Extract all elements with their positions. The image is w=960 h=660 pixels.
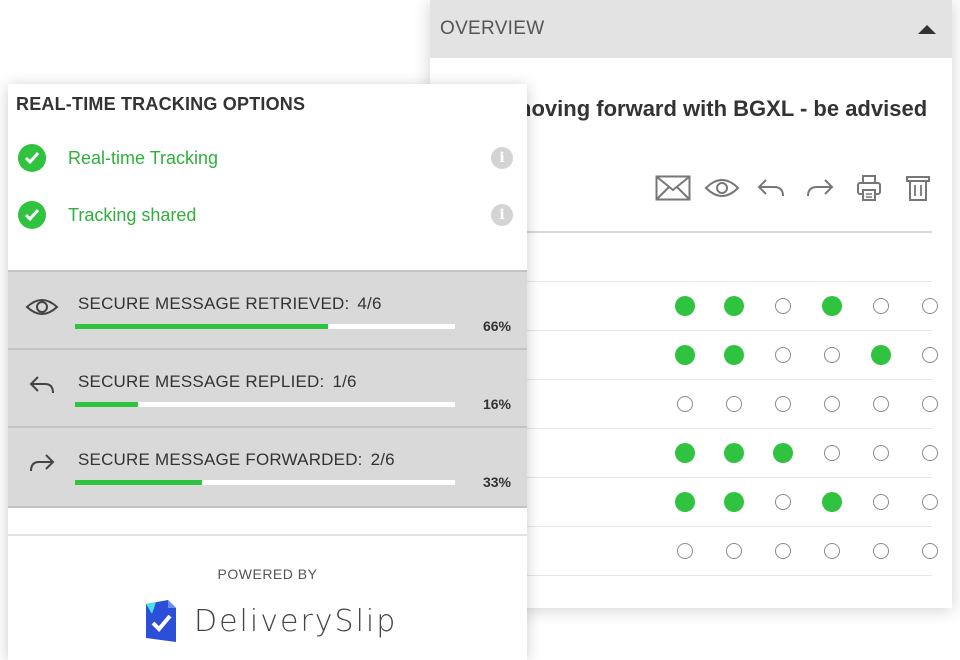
status-dot-eye: [725, 543, 742, 559]
status-dot-trash: [921, 396, 938, 412]
brand-name: DeliverySlip: [194, 603, 398, 639]
progress-bar: [75, 402, 455, 407]
option-tracking-shared[interactable]: Tracking shared i: [18, 201, 513, 229]
status-dot-eye: [723, 296, 744, 316]
eye-icon: [697, 172, 746, 204]
status-dot-trash: [921, 543, 938, 559]
status-dot-eye: [725, 396, 742, 412]
footer-divider: [8, 534, 527, 536]
stat-retrieved: SECURE MESSAGE RETRIEVED: 4/6 66%: [8, 270, 527, 348]
status-dot-envelope: [674, 492, 695, 512]
status-dot-eye: [723, 492, 744, 512]
status-dot-forward: [823, 543, 840, 559]
stat-count: 2/6: [370, 450, 395, 469]
status-dot-print: [872, 543, 889, 559]
status-dot-print: [872, 445, 889, 461]
print-icon: [844, 172, 893, 204]
tracking-panel: REAL-TIME TRACKING OPTIONS Real-time Tra…: [8, 84, 527, 660]
status-dot-trash: [921, 494, 938, 510]
reply-icon: [24, 370, 60, 400]
status-dots: [660, 345, 954, 365]
deliveryslip-logo-icon: [146, 600, 176, 642]
info-icon[interactable]: i: [491, 204, 513, 226]
check-circle-icon: [18, 144, 46, 172]
status-dot-reply: [774, 494, 791, 510]
status-dot-trash: [921, 298, 938, 314]
status-dots: [660, 492, 954, 512]
powered-by-label: POWERED BY: [217, 566, 318, 582]
status-dot-trash: [921, 445, 938, 461]
status-dot-print: [870, 345, 891, 365]
option-real-time-tracking[interactable]: Real-time Tracking i: [18, 144, 513, 172]
status-dot-forward: [821, 492, 842, 512]
stat-percent: 33%: [482, 474, 511, 490]
trash-icon: [893, 172, 942, 204]
forward-icon: [24, 448, 60, 478]
brand[interactable]: DeliverySlip: [142, 598, 397, 644]
progress-fill: [75, 402, 139, 407]
stat-label: SECURE MESSAGE REPLIED: 1/6: [78, 372, 357, 391]
forward-icon: [795, 172, 844, 204]
status-dot-forward: [823, 396, 840, 412]
status-dot-envelope: [676, 543, 693, 559]
option-label: Real-time Tracking: [68, 147, 219, 168]
option-label: Tracking shared: [68, 204, 197, 225]
status-dot-eye: [723, 443, 744, 463]
status-dot-envelope: [674, 345, 695, 365]
check-circle-icon: [18, 201, 46, 229]
stat-percent: 66%: [482, 318, 511, 334]
status-dots: [660, 296, 954, 316]
progress-fill: [75, 324, 329, 329]
status-dot-reply: [772, 443, 793, 463]
status-dot-forward: [823, 445, 840, 461]
reply-icon: [746, 172, 795, 204]
overview-title: OVERVIEW: [440, 18, 545, 39]
envelope-icon: [648, 172, 697, 204]
stat-count: 1/6: [332, 372, 357, 391]
status-dot-eye: [723, 345, 744, 365]
overview-header[interactable]: OVERVIEW: [430, 0, 952, 58]
status-dot-forward: [821, 296, 842, 316]
status-dot-envelope: [676, 396, 693, 412]
status-dots: [660, 543, 954, 559]
progress-bar: [75, 480, 455, 485]
stat-label: SECURE MESSAGE FORWARDED: 2/6: [78, 450, 395, 469]
status-dot-reply: [774, 543, 791, 559]
status-dot-envelope: [674, 296, 695, 316]
tracking-title: REAL-TIME TRACKING OPTIONS: [16, 94, 306, 114]
progress-fill: [75, 480, 202, 485]
stat-forwarded: SECURE MESSAGE FORWARDED: 2/6 33%: [8, 426, 527, 508]
status-dot-reply: [774, 298, 791, 314]
status-dot-print: [872, 396, 889, 412]
status-dot-envelope: [674, 443, 695, 463]
stat-count: 4/6: [357, 294, 382, 313]
status-dot-print: [872, 298, 889, 314]
status-dot-reply: [774, 347, 791, 363]
stat-label: SECURE MESSAGE RETRIEVED: 4/6: [78, 294, 382, 313]
eye-icon: [24, 292, 60, 322]
action-icons-row: [648, 172, 942, 204]
info-icon[interactable]: i: [491, 147, 513, 169]
status-dot-reply: [774, 396, 791, 412]
collapse-caret-icon[interactable]: [918, 24, 936, 34]
status-dot-print: [872, 494, 889, 510]
status-dots: [660, 396, 954, 412]
stat-replied: SECURE MESSAGE REPLIED: 1/6 16%: [8, 348, 527, 426]
stat-percent: 16%: [482, 396, 511, 412]
status-dot-trash: [921, 347, 938, 363]
status-dots: [660, 443, 954, 463]
status-dot-forward: [823, 347, 840, 363]
progress-bar: [75, 324, 455, 329]
